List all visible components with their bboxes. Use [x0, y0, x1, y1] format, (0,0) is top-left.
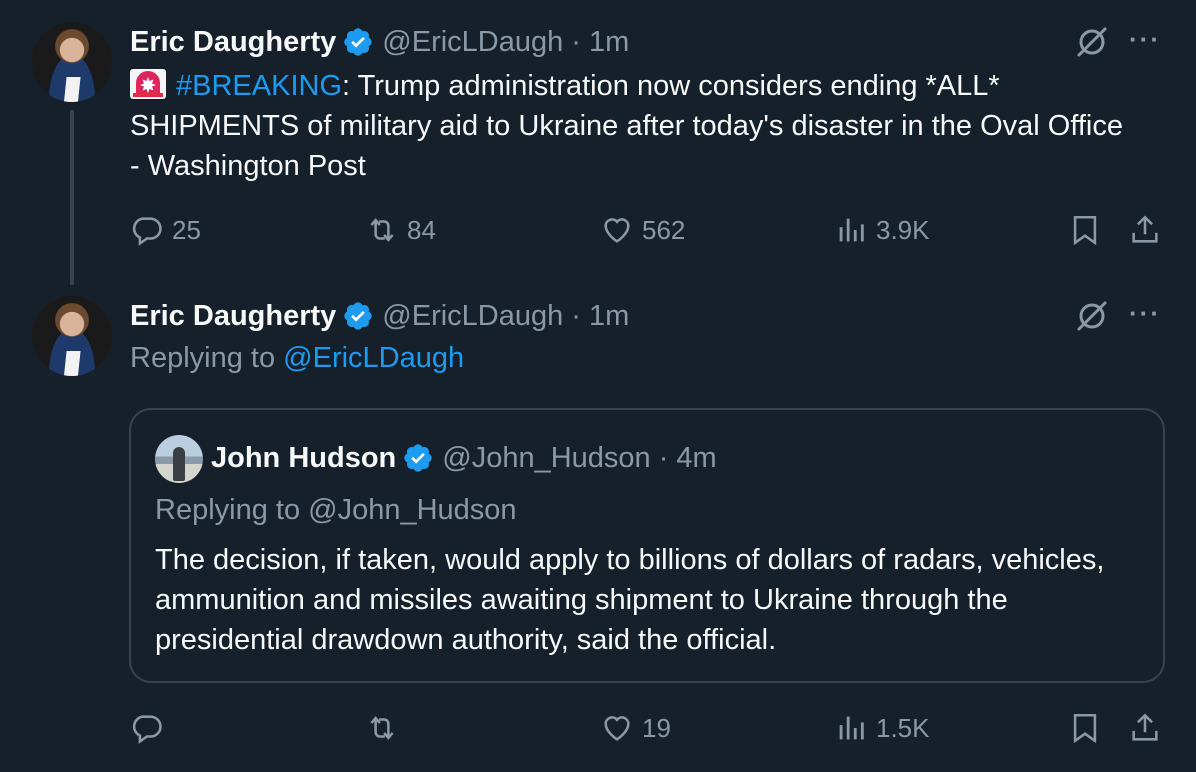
avatar[interactable] — [32, 296, 112, 376]
quote-replying-to: Replying to @John_Hudson — [155, 494, 517, 526]
author-name[interactable]: Eric Daugherty — [130, 26, 336, 59]
tweet-actions: 19 1.5K — [0, 708, 1196, 748]
tweet-text: #BREAKING: Trump administration now cons… — [130, 66, 1130, 186]
author-name[interactable]: Eric Daugherty — [130, 300, 336, 333]
views-count: 3.9K — [876, 214, 930, 245]
like-button[interactable]: 562 — [600, 210, 685, 250]
views-count: 1.5K — [876, 712, 930, 743]
bookmark-button[interactable] — [1068, 708, 1110, 748]
timestamp[interactable]: 1m — [589, 300, 629, 333]
like-count: 19 — [642, 712, 671, 743]
share-icon — [1132, 713, 1158, 741]
retweet-icon — [370, 716, 394, 740]
reply-count: 25 — [172, 214, 201, 245]
timestamp[interactable]: 1m — [589, 26, 629, 59]
thread-line — [70, 110, 74, 285]
bookmark-icon — [1073, 713, 1097, 744]
quoted-tweet[interactable]: John Hudson @John_Hudson · 4m Replying t… — [129, 408, 1165, 683]
reply-button[interactable] — [130, 708, 172, 748]
more-icon[interactable]: ··· — [1128, 22, 1162, 56]
share-icon — [1132, 215, 1158, 243]
quote-header: John Hudson @John_Hudson · 4m — [211, 438, 717, 478]
reply-button[interactable]: 25 — [130, 210, 201, 250]
separator: · — [571, 299, 581, 332]
retweet-icon — [370, 218, 394, 242]
grok-icon[interactable] — [1075, 25, 1109, 59]
separator: · — [571, 25, 581, 58]
share-button[interactable] — [1128, 708, 1170, 748]
quote-timestamp: 4m — [676, 441, 717, 474]
heart-icon — [604, 716, 630, 741]
author-handle[interactable]: @EricLDaugh — [382, 300, 563, 333]
retweet-button[interactable]: 84 — [365, 210, 436, 250]
verified-badge-icon — [344, 302, 372, 330]
views-button[interactable]: 3.9K — [834, 210, 930, 250]
tweet-1[interactable]: Eric Daugherty @EricLDaugh · 1m ··· #BRE… — [0, 0, 1196, 290]
views-button[interactable]: 1.5K — [834, 708, 930, 748]
like-count: 562 — [642, 214, 686, 245]
siren-emoji-icon — [130, 69, 166, 99]
hashtag-link[interactable]: #BREAKING — [176, 70, 342, 102]
quote-author-handle: @John_Hudson — [442, 441, 651, 474]
avatar[interactable] — [32, 22, 112, 102]
replying-to-link[interactable]: @EricLDaugh — [283, 342, 464, 374]
like-button[interactable]: 19 — [600, 708, 671, 748]
more-icon[interactable]: ··· — [1128, 296, 1162, 330]
replying-to: Replying to @EricLDaugh — [130, 342, 464, 375]
tweet-header: Eric Daugherty @EricLDaugh · 1m — [130, 22, 629, 62]
author-handle[interactable]: @EricLDaugh — [382, 26, 563, 59]
retweet-count: 84 — [407, 214, 436, 245]
heart-icon — [604, 218, 630, 243]
retweet-button[interactable] — [365, 708, 407, 748]
bookmark-icon — [1073, 215, 1097, 246]
bookmark-button[interactable] — [1068, 210, 1110, 250]
replying-prefix: Replying to — [130, 342, 284, 374]
views-icon — [839, 218, 864, 242]
views-icon — [839, 716, 864, 740]
grok-icon[interactable] — [1075, 299, 1109, 333]
quote-author-name: John Hudson — [211, 441, 397, 474]
reply-icon — [132, 217, 162, 246]
separator: · — [658, 441, 669, 474]
quote-text: The decision, if taken, would apply to b… — [155, 544, 1105, 656]
verified-badge-icon — [344, 28, 372, 56]
tweet-actions: 25 84 562 3.9K — [0, 210, 1196, 250]
quote-avatar[interactable] — [155, 435, 203, 483]
reply-icon — [132, 715, 162, 744]
share-button[interactable] — [1128, 210, 1170, 250]
verified-badge-icon — [404, 444, 432, 472]
tweet-header: Eric Daugherty @EricLDaugh · 1m — [130, 296, 629, 336]
